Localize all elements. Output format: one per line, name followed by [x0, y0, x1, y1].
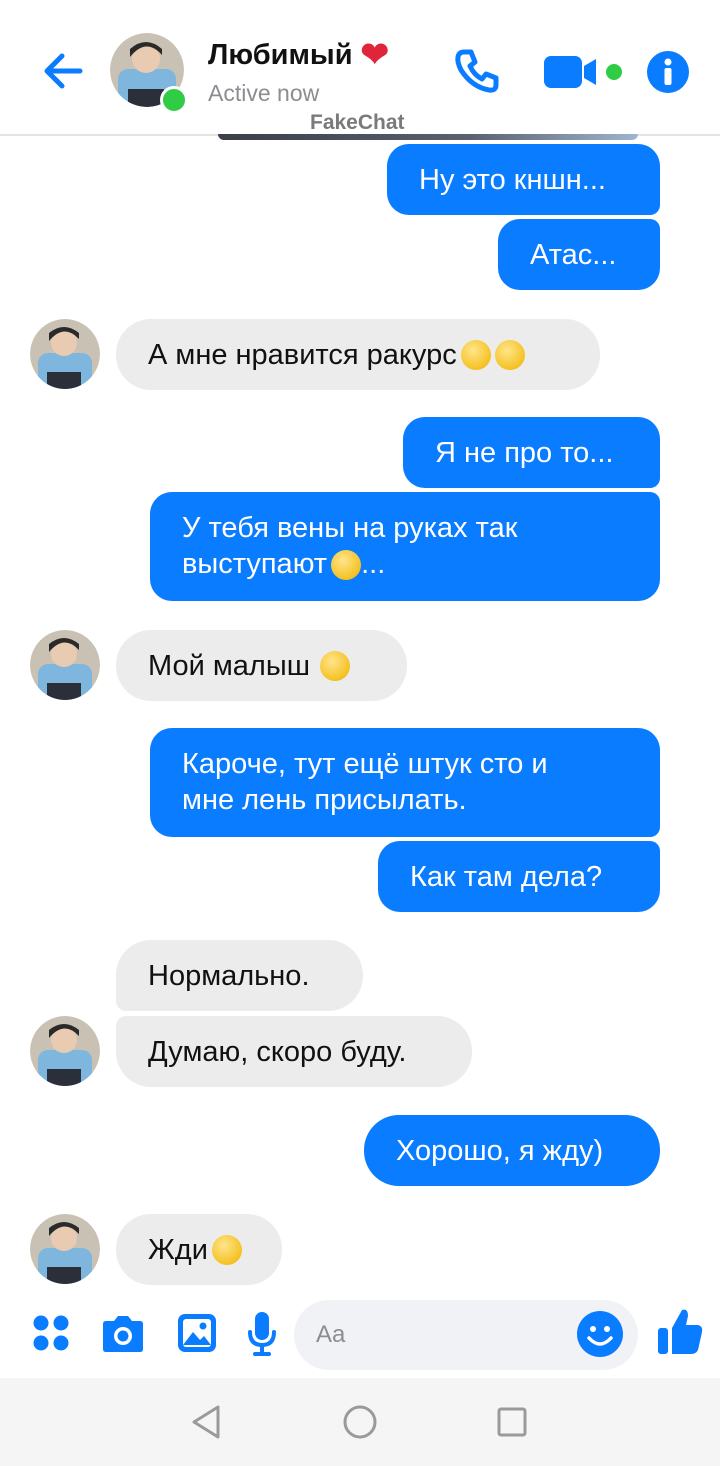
message-text-line: мне лень присылать.: [182, 784, 467, 816]
video-camera-icon[interactable]: [544, 52, 626, 92]
smirk-emoji-icon: [211, 1234, 242, 1265]
message-incoming[interactable]: А мне нравится ракурс: [116, 319, 600, 390]
composer-bar: [0, 1296, 720, 1378]
message-outgoing[interactable]: Хорошо, я жду): [364, 1115, 660, 1186]
apps-icon[interactable]: [32, 1314, 70, 1352]
message-text: Ну это кншн...: [419, 163, 606, 196]
arrow-left-icon[interactable]: [38, 46, 88, 96]
info-icon[interactable]: [646, 50, 690, 94]
message-incoming[interactable]: Мой малыш: [116, 630, 407, 701]
active-status: Active now: [208, 80, 320, 106]
message-outgoing[interactable]: У тебя вены на руках так выступают...: [150, 492, 660, 601]
system-navigation-bar: [0, 1378, 720, 1466]
contact-name[interactable]: Любимый ❤: [208, 38, 389, 72]
message-incoming[interactable]: Думаю, скоро буду.: [116, 1016, 472, 1087]
phone-icon[interactable]: [452, 46, 502, 96]
message-text: Как там дела?: [410, 860, 603, 893]
thumbs-up-icon[interactable]: [656, 1306, 704, 1358]
message-text-line: У тебя вены на руках так: [182, 512, 518, 544]
home-circle-icon[interactable]: [342, 1404, 378, 1440]
grin-emoji-icon: [494, 339, 525, 370]
message-text: Нормально.: [148, 959, 310, 992]
message-text: Думаю, скоро буду.: [148, 1035, 407, 1068]
drool-emoji-icon: [331, 550, 362, 581]
message-outgoing[interactable]: Как там дела?: [378, 841, 660, 912]
message-text-line: Кароче, тут ещё штук сто и: [182, 748, 548, 780]
message-text: Хорошо, я жду): [396, 1134, 604, 1167]
back-triangle-icon[interactable]: [190, 1404, 222, 1440]
message-incoming[interactable]: Нормально.: [116, 940, 363, 1011]
message-outgoing[interactable]: Кароче, тут ещё штук сто и мне лень прис…: [150, 728, 660, 837]
contact-avatar-small[interactable]: [30, 630, 100, 700]
message-text: Мой малыш: [148, 649, 310, 682]
contact-avatar-small[interactable]: [30, 1214, 100, 1284]
mic-icon[interactable]: [246, 1310, 278, 1358]
contact-avatar-small[interactable]: [30, 1016, 100, 1086]
message-outgoing[interactable]: Ну это кншн...: [387, 144, 660, 215]
message-text: А мне нравится ракурс: [148, 338, 457, 371]
recents-square-icon[interactable]: [496, 1406, 528, 1438]
message-text: Жди: [148, 1233, 208, 1266]
message-text: Я не про то...: [435, 436, 614, 469]
emoji-icon[interactable]: [576, 1310, 624, 1358]
media-strip: [218, 134, 638, 140]
chat-header: Любимый ❤ Active now FakeChat: [0, 0, 720, 136]
watermark: FakeChat: [310, 111, 405, 134]
message-text-line: выступают...: [182, 546, 628, 582]
image-icon[interactable]: [176, 1312, 218, 1354]
heart-icon: ❤: [360, 36, 390, 74]
smirk-emoji-icon: [460, 339, 491, 370]
camera-icon[interactable]: [100, 1314, 146, 1354]
message-text: Атас...: [530, 238, 617, 271]
contact-name-text: Любимый: [208, 38, 353, 71]
smirk-emoji-icon: [319, 650, 350, 681]
message-text: ...: [361, 548, 386, 580]
contact-avatar-small[interactable]: [30, 319, 100, 389]
message-incoming[interactable]: Жди: [116, 1214, 282, 1285]
message-outgoing[interactable]: Я не про то...: [403, 417, 660, 488]
online-indicator: [160, 86, 188, 114]
message-outgoing[interactable]: Атас...: [498, 219, 660, 290]
message-text: выступают: [182, 548, 328, 580]
